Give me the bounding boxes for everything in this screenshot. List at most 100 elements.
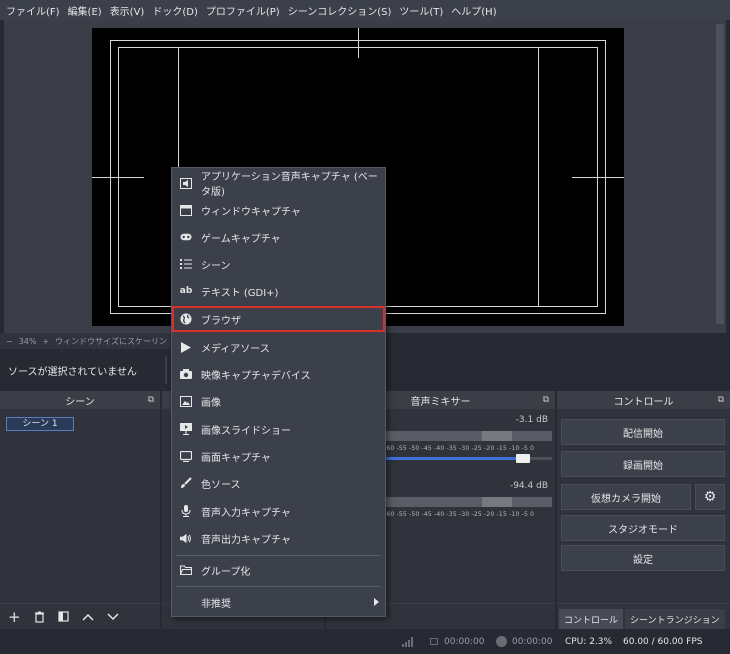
status-bar: 00:00:00 00:00:00 CPU: 2.3% 60.00 / 60.0…: [0, 629, 730, 654]
fps-readout: 60.00 / 60.00 FPS: [623, 637, 703, 647]
studio-mode-button[interactable]: スタジオモード: [561, 515, 725, 541]
text-icon: ab: [179, 286, 193, 296]
center-left-marker: [92, 177, 144, 178]
virtual-camera-settings-button[interactable]: ⚙: [695, 484, 725, 510]
menu-separator: [176, 555, 381, 556]
camera-icon: [180, 368, 192, 380]
menu-item-image[interactable]: 画像: [172, 388, 385, 414]
zoom-out-button[interactable]: −: [6, 337, 13, 346]
menu-item-group[interactable]: グループ化: [172, 557, 385, 583]
menu-item-label: 色ソース: [201, 479, 241, 491]
zoom-bar: − 34% + ウィンドウサイズにスケーリン: [0, 333, 170, 349]
menu-item-label: 画面キャプチャ: [201, 452, 271, 464]
menu-item-app-audio-capture[interactable]: アプリケーション音声キャプチャ (ベータ版): [172, 170, 385, 198]
gamepad-icon: [180, 231, 192, 243]
menu-scene-collection[interactable]: シーンコレクション(S): [286, 3, 398, 18]
scale-to-window-label[interactable]: ウィンドウサイズにスケーリン: [55, 336, 167, 347]
dock-float-icon[interactable]: ⧉: [148, 395, 154, 405]
menu-item-label: 音声入力キャプチャ: [201, 507, 291, 519]
dock-float-icon[interactable]: ⧉: [543, 395, 549, 405]
volume-slider[interactable]: [384, 454, 552, 463]
meter-scale: -60 -55 -50 -45 -40 -35 -30 -25 -20 -15 …: [384, 511, 535, 518]
scenes-footer-toolbar: +: [0, 603, 160, 629]
menu-item-media-source[interactable]: メディアソース: [172, 334, 385, 360]
menu-item-deprecated[interactable]: 非推奨: [172, 589, 385, 615]
center-top-marker: [358, 28, 359, 58]
menu-dock[interactable]: ドック(D): [150, 3, 204, 18]
menu-item-browser[interactable]: ブラウザ: [172, 306, 385, 332]
record-status-icon: [496, 636, 507, 647]
play-icon: [180, 341, 192, 353]
menu-item-text-gdi[interactable]: ab テキスト (GDI+): [172, 278, 385, 304]
controls-dock-header: コントロール ⧉: [557, 391, 730, 409]
menu-item-label: 音声出力キャプチャ: [201, 534, 291, 546]
volume-meter-peak: [482, 497, 512, 507]
menu-item-label: ゲームキャプチャ: [201, 233, 281, 245]
mixer-channel-desktop: -3.1 dB -60 -55 -50 -45 -40 -35 -30 -25 …: [384, 415, 552, 471]
move-up-icon[interactable]: [82, 613, 94, 621]
scene-list-item[interactable]: シーン 1: [6, 417, 74, 431]
menu-item-label: ブラウザ: [201, 315, 241, 327]
menu-item-label: アプリケーション音声キャプチャ (ベータ版): [201, 172, 378, 198]
menu-item-audio-input-capture[interactable]: 音声入力キャプチャ: [172, 498, 385, 524]
globe-icon: [180, 313, 192, 325]
menu-item-label: グループ化: [201, 566, 251, 578]
menu-view[interactable]: 表示(V): [108, 3, 151, 18]
menu-item-label: メディアソース: [201, 343, 270, 355]
menu-item-color-source[interactable]: 色ソース: [172, 470, 385, 496]
image-icon: [180, 395, 192, 407]
menu-item-label: 画像スライドショー: [201, 425, 291, 437]
menu-item-label: 画像: [201, 397, 221, 409]
controls-tab-bar: コントロール シーントランジション: [557, 603, 730, 629]
scenes-dock-header: シーン ⧉: [0, 391, 160, 409]
trash-icon[interactable]: [34, 611, 45, 623]
menu-file[interactable]: ファイル(F): [4, 3, 66, 18]
menu-item-display-capture[interactable]: 画面キャプチャ: [172, 443, 385, 469]
menu-item-image-slideshow[interactable]: 画像スライドショー: [172, 416, 385, 442]
add-icon[interactable]: +: [8, 608, 21, 626]
tab-controls[interactable]: コントロール: [559, 609, 624, 629]
menu-profile[interactable]: プロファイル(P): [204, 3, 286, 18]
settings-button[interactable]: 設定: [561, 545, 725, 571]
submenu-arrow-icon: [374, 598, 379, 606]
menu-edit[interactable]: 編集(E): [66, 3, 108, 18]
menu-item-video-capture-device[interactable]: 映像キャプチャデバイス: [172, 361, 385, 387]
meter-scale: -60 -55 -50 -45 -40 -35 -30 -25 -20 -15 …: [384, 445, 535, 452]
audio-mixer-title: 音声ミキサー: [410, 396, 471, 408]
tab-scene-transitions[interactable]: シーントランジション: [625, 609, 725, 629]
mixer-channel-mic: -94.4 dB -60 -55 -50 -45 -40 -35 -30 -25…: [384, 481, 552, 537]
menu-item-window-capture[interactable]: ウィンドウキャプチャ: [172, 197, 385, 223]
controls-dock-title: コントロール: [613, 396, 674, 408]
volume-slider-fill: [384, 457, 523, 460]
menu-separator: [176, 586, 381, 587]
volume-db-readout: -94.4 dB: [509, 481, 548, 491]
center-right-marker: [572, 177, 624, 178]
scenes-dock-title: シーン: [65, 396, 95, 408]
start-streaming-button[interactable]: 配信開始: [561, 419, 725, 445]
zoom-in-button[interactable]: +: [42, 337, 49, 346]
menu-item-label: ウィンドウキャプチャ: [201, 206, 301, 218]
cpu-usage: CPU: 2.3%: [565, 637, 613, 647]
gear-icon: ⚙: [703, 489, 717, 505]
start-virtual-camera-button[interactable]: 仮想カメラ開始: [561, 484, 691, 510]
monitor-icon: [180, 450, 192, 462]
preview-scrollbar[interactable]: [714, 20, 726, 333]
dock-float-icon[interactable]: ⧉: [718, 395, 724, 405]
safe-area-right-guide: [538, 47, 539, 307]
menu-item-audio-output-capture[interactable]: 音声出力キャプチャ: [172, 525, 385, 551]
start-recording-button[interactable]: 録画開始: [561, 451, 725, 477]
menu-tools[interactable]: ツール(T): [397, 3, 449, 18]
controls-dock: コントロール ⧉ 配信開始 録画開始 仮想カメラ開始 ⚙ スタジオモード 設定: [557, 391, 730, 603]
menu-item-game-capture[interactable]: ゲームキャプチャ: [172, 224, 385, 250]
volume-db-readout: -3.1 dB: [515, 415, 548, 425]
menu-help[interactable]: ヘルプ(H): [449, 3, 502, 18]
stream-timer: 00:00:00: [444, 637, 485, 647]
slideshow-icon: [180, 423, 192, 435]
menu-item-label: シーン: [201, 260, 231, 272]
volume-slider-knob[interactable]: [516, 454, 530, 463]
move-down-icon[interactable]: [107, 612, 119, 621]
menu-item-scene[interactable]: シーン: [172, 251, 385, 277]
folder-icon: [180, 564, 192, 576]
preview-scrollbar-thumb[interactable]: [716, 24, 724, 324]
filter-icon[interactable]: [57, 611, 69, 622]
